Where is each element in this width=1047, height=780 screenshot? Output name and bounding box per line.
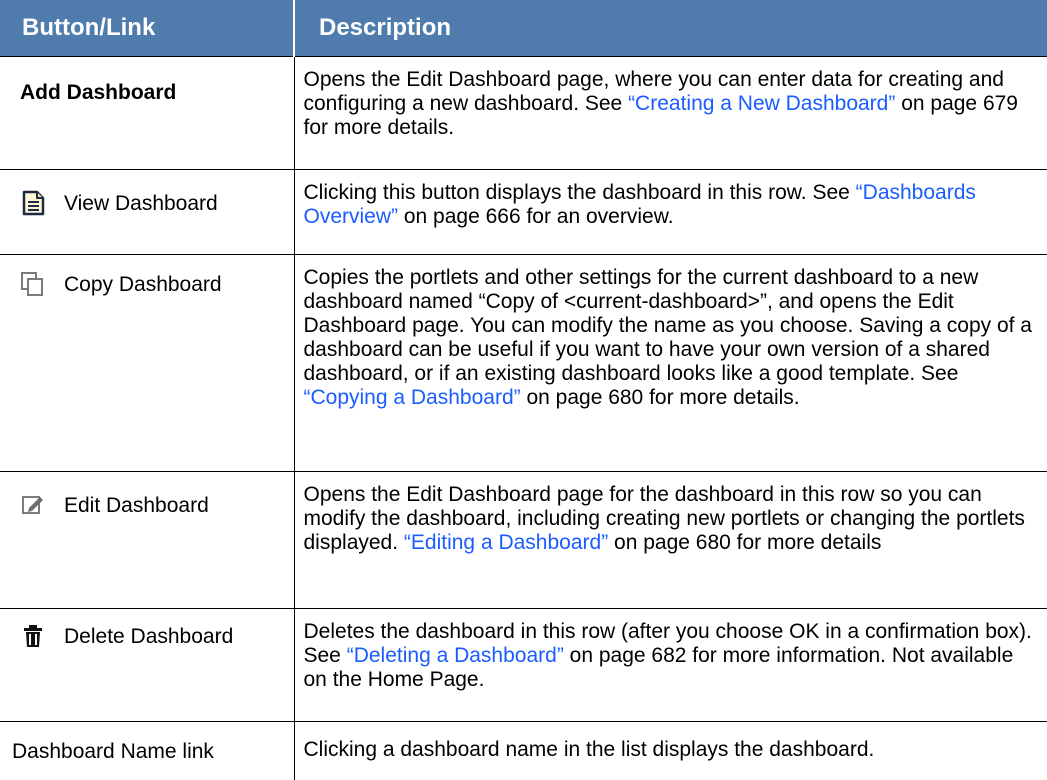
dashboard-name-link-label: Dashboard Name link xyxy=(12,740,214,763)
row-label-cell: Copy Dashboard xyxy=(0,254,294,472)
description-text: on page 680 for more details xyxy=(608,531,882,554)
description-text: Clicking this button displays the dashbo… xyxy=(303,181,856,204)
header-button-link: Button/Link xyxy=(0,0,294,57)
table-row: Add Dashboard Opens the Edit Dashboard p… xyxy=(0,56,1047,170)
copy-icon[interactable] xyxy=(20,271,46,297)
deleting-dashboard-link[interactable]: “Deleting a Dashboard” xyxy=(347,644,564,667)
editing-dashboard-link[interactable]: “Editing a Dashboard” xyxy=(404,531,608,554)
description-text: Clicking a dashboard name in the list di… xyxy=(303,738,875,761)
header-description: Description xyxy=(293,0,1047,57)
row-label-cell: Dashboard Name link xyxy=(0,721,294,780)
row-label-cell: View Dashboard xyxy=(0,169,294,255)
table-row: Delete Dashboard Deletes the dashboard i… xyxy=(0,608,1047,722)
delete-dashboard-label: Delete Dashboard xyxy=(64,625,234,648)
table-row: Copy Dashboard Copies the portlets and o… xyxy=(0,254,1047,472)
row-description-cell: Clicking a dashboard name in the list di… xyxy=(293,721,1047,780)
row-description-cell: Clicking this button displays the dashbo… xyxy=(293,169,1047,255)
row-description-cell: Opens the Edit Dashboard page, where you… xyxy=(293,56,1047,170)
row-description-cell: Copies the portlets and other settings f… xyxy=(293,254,1047,472)
row-description-cell: Deletes the dashboard in this row (after… xyxy=(293,608,1047,722)
row-label-cell: Add Dashboard xyxy=(0,56,294,170)
copy-dashboard-label: Copy Dashboard xyxy=(64,273,222,296)
add-dashboard-label: Add Dashboard xyxy=(20,81,177,104)
copying-dashboard-link[interactable]: “Copying a Dashboard” xyxy=(304,386,521,409)
view-document-icon[interactable] xyxy=(20,190,46,216)
edit-dashboard-label: Edit Dashboard xyxy=(64,494,209,517)
trash-icon[interactable] xyxy=(20,623,46,649)
description-text: Copies the portlets and other settings f… xyxy=(303,266,1033,385)
table-row: View Dashboard Clicking this button disp… xyxy=(0,169,1047,255)
edit-icon[interactable] xyxy=(20,492,46,518)
description-text: on page 680 for more details. xyxy=(520,386,800,409)
view-dashboard-label: View Dashboard xyxy=(64,192,218,215)
description-text: on page 666 for an overview. xyxy=(398,205,674,228)
row-label-cell: Edit Dashboard xyxy=(0,471,294,609)
row-description-cell: Opens the Edit Dashboard page for the da… xyxy=(293,471,1047,609)
row-label-cell: Delete Dashboard xyxy=(0,608,294,722)
table-row: Edit Dashboard Opens the Edit Dashboard … xyxy=(0,471,1047,609)
creating-new-dashboard-link[interactable]: “Creating a New Dashboard” xyxy=(628,92,895,115)
table-row: Dashboard Name link Clicking a dashboard… xyxy=(0,721,1047,780)
table-header-row: Button/Link Description xyxy=(0,0,1047,57)
button-link-table: Button/Link Description Add Dashboard Op… xyxy=(0,0,1047,780)
